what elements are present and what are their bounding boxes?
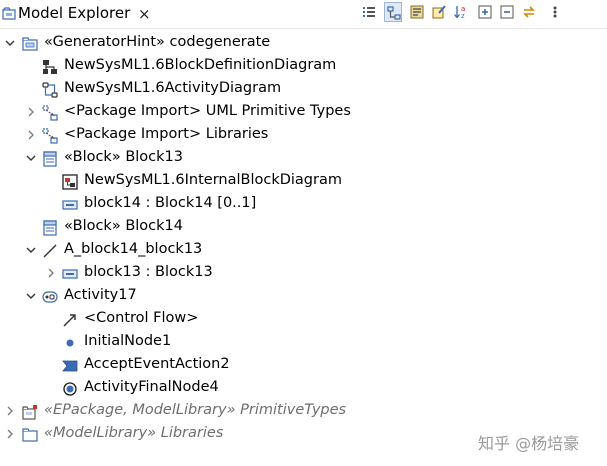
tree-row[interactable]: block13 : Block13: [0, 263, 607, 286]
tree-row[interactable]: «GeneratorHint» codegenerate: [0, 33, 607, 56]
tree-item-label: <Package Import> Libraries: [64, 126, 269, 142]
control-flow-icon: [62, 312, 78, 328]
watermark: 知乎 @杨培豪: [478, 434, 580, 453]
epackage-icon: [22, 404, 38, 420]
activity-icon: [42, 289, 58, 305]
property-icon: [62, 197, 78, 213]
chevron-down-icon[interactable]: [25, 152, 37, 166]
tree-row[interactable]: <Control Flow>: [0, 309, 607, 332]
tree-row[interactable]: InitialNode1: [0, 332, 607, 355]
expand-all-icon[interactable]: [476, 2, 494, 22]
tree-item-label: <Package Import> UML Primitive Types: [64, 103, 351, 119]
tree-item-label: InitialNode1: [84, 333, 172, 349]
tree-item-label: block14 : Block14 [0..1]: [84, 195, 257, 211]
filter-icon[interactable]: [408, 2, 426, 22]
tree-row[interactable]: Activity17: [0, 286, 607, 309]
final-node-icon: [62, 381, 78, 397]
chevron-right-icon[interactable]: [25, 129, 37, 143]
tab-title: Model Explorer: [18, 4, 131, 22]
block-icon: [42, 151, 58, 167]
tree-row[interactable]: <Package Import> Libraries: [0, 125, 607, 148]
model-explorer-icon: [2, 7, 16, 21]
tree-row[interactable]: NewSysML1.6InternalBlockDiagram: [0, 171, 607, 194]
activity-diagram-icon: [42, 82, 58, 98]
tree-item-label: «ModelLibrary» Libraries: [44, 425, 224, 441]
show-list-icon[interactable]: [360, 2, 378, 22]
tree-row[interactable]: <Package Import> UML Primitive Types: [0, 102, 607, 125]
model-explorer-tab[interactable]: Model Explorer ×: [0, 0, 160, 28]
tree-item-label: NewSysML1.6ActivityDiagram: [64, 80, 282, 96]
tree-row[interactable]: AcceptEventAction2: [0, 355, 607, 378]
chevron-down-icon[interactable]: [25, 244, 37, 258]
view-toolbar: az: [360, 2, 607, 24]
folder-package-icon: [22, 427, 38, 443]
tree-row[interactable]: ActivityFinalNode4: [0, 378, 607, 401]
tree-item-label: AcceptEventAction2: [84, 356, 230, 372]
block-icon: [42, 220, 58, 236]
collapse-all-icon[interactable]: [498, 2, 516, 22]
close-icon[interactable]: ×: [138, 5, 151, 23]
tree-item-label: Activity17: [64, 287, 137, 303]
tree-item-label: «Block» Block14: [64, 218, 183, 234]
package-import-icon: [42, 105, 58, 121]
tree-row[interactable]: «Block» Block13: [0, 148, 607, 171]
package-import-icon: [42, 128, 58, 144]
tree-item-label: «GeneratorHint» codegenerate: [44, 34, 271, 50]
property-icon: [62, 266, 78, 282]
block-definition-diagram-icon: [42, 59, 58, 75]
tree-row[interactable]: «Block» Block14: [0, 217, 607, 240]
package-icon: [22, 36, 38, 52]
tree-item-label: ActivityFinalNode4: [84, 379, 219, 395]
tree-item-label: <Control Flow>: [84, 310, 199, 326]
tree-item-label: A_block14_block13: [64, 241, 203, 257]
tree-item-label: NewSysML1.6BlockDefinitionDiagram: [64, 57, 337, 73]
tree-item-label: block13 : Block13: [84, 264, 213, 280]
chevron-down-icon[interactable]: [4, 37, 16, 51]
association-icon: [42, 243, 58, 259]
accept-event-icon: [62, 358, 78, 374]
chevron-right-icon[interactable]: [25, 106, 37, 120]
svg-text:z: z: [461, 12, 465, 20]
initial-node-icon: [62, 335, 78, 351]
chevron-right-icon[interactable]: [4, 428, 16, 442]
chevron-right-icon[interactable]: [4, 405, 16, 419]
tree-row[interactable]: NewSysML1.6BlockDefinitionDiagram: [0, 56, 607, 79]
chevron-down-icon[interactable]: [25, 290, 37, 304]
view-menu-icon[interactable]: [546, 2, 564, 22]
view-tab-bar: Model Explorer × az: [0, 0, 607, 29]
tree-item-label: NewSysML1.6InternalBlockDiagram: [84, 172, 342, 188]
tree-item-label: «EPackage, ModelLibrary» PrimitiveTypes: [44, 402, 347, 418]
sort-az-icon[interactable]: az: [452, 2, 470, 22]
tree-row[interactable]: A_block14_block13: [0, 240, 607, 263]
sync-icon[interactable]: [520, 2, 538, 22]
customize-view-icon[interactable]: [430, 2, 448, 22]
tree-row[interactable]: block14 : Block14 [0..1]: [0, 194, 607, 217]
internal-block-diagram-icon: [62, 174, 78, 190]
chevron-right-icon[interactable]: [45, 267, 57, 281]
tree-item-label: «Block» Block13: [64, 149, 183, 165]
link-editor-icon[interactable]: [384, 2, 402, 22]
tree-row[interactable]: NewSysML1.6ActivityDiagram: [0, 79, 607, 102]
tree-row[interactable]: «EPackage, ModelLibrary» PrimitiveTypes: [0, 401, 607, 424]
